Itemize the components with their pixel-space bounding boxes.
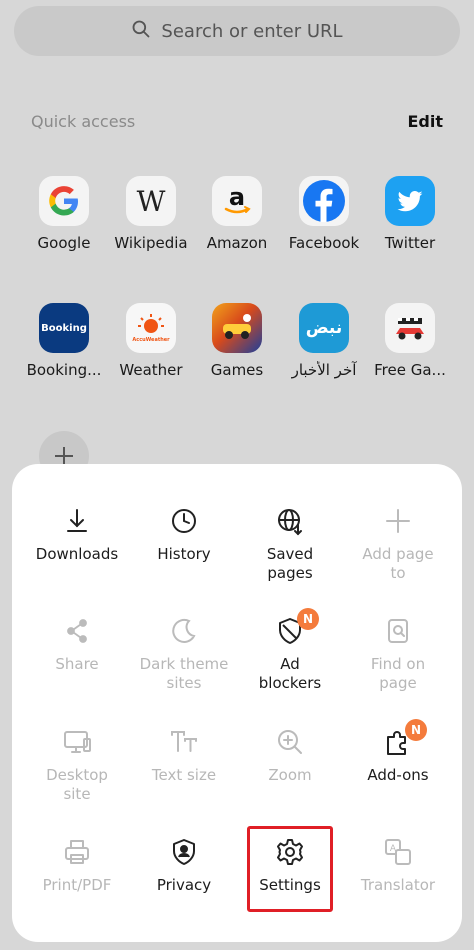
- menu-print-pdf[interactable]: Print/PDF: [21, 837, 133, 895]
- menu-add-page-to[interactable]: Add page to: [342, 506, 454, 583]
- quick-access-label: Booking...: [26, 361, 102, 379]
- search-bar[interactable]: Search or enter URL: [14, 6, 460, 56]
- quick-access-games[interactable]: Games: [189, 303, 285, 379]
- menu-text-size[interactable]: Text size: [128, 727, 240, 785]
- printer-icon: [62, 837, 92, 867]
- menu-label: Saved pages: [266, 545, 314, 582]
- quick-access-weather[interactable]: AccuWeather Weather: [103, 303, 199, 379]
- quick-access-label: Google: [37, 234, 91, 252]
- clock-icon: [169, 506, 199, 536]
- menu-label: Add page to: [362, 545, 434, 582]
- quick-access-label: Facebook: [288, 234, 360, 252]
- quick-access-news[interactable]: نبض آخر الأخبار: [276, 303, 372, 379]
- quick-access-label: Twitter: [384, 234, 436, 252]
- menu-privacy[interactable]: Privacy: [128, 837, 240, 895]
- text-size-icon: [169, 727, 199, 757]
- new-badge: N: [297, 608, 319, 630]
- quick-access-label: Games: [210, 361, 264, 379]
- quick-access-facebook[interactable]: Facebook: [276, 176, 372, 252]
- free-games-icon: [385, 303, 435, 353]
- share-icon: [62, 616, 92, 646]
- quick-access-google[interactable]: Google: [16, 176, 112, 252]
- translate-icon: A: [383, 837, 413, 867]
- puzzle-icon: N: [383, 719, 427, 757]
- menu-label: History: [157, 545, 211, 563]
- quick-access-booking[interactable]: Booking Booking...: [16, 303, 112, 379]
- zoom-in-icon: [275, 727, 305, 757]
- twitter-icon: [385, 176, 435, 226]
- menu-label: Add-ons: [367, 766, 429, 784]
- menu-label: Dark theme sites: [139, 655, 229, 692]
- quick-access-amazon[interactable]: a Amazon: [189, 176, 285, 252]
- desktop-icon: [62, 727, 92, 757]
- menu-label: Ad blockers: [258, 655, 322, 692]
- menu-label: Find on page: [370, 655, 426, 692]
- booking-icon: Booking: [39, 303, 89, 353]
- menu-label: Translator: [360, 876, 436, 894]
- accuweather-icon: AccuWeather: [126, 303, 176, 353]
- settings-highlight-box: [247, 826, 333, 912]
- download-icon: [62, 506, 92, 536]
- facebook-icon: [299, 176, 349, 226]
- new-badge: N: [405, 719, 427, 741]
- menu-desktop-site[interactable]: Desktop site: [21, 727, 133, 804]
- wikipedia-icon: W: [126, 176, 176, 226]
- quick-access-label: آخر الأخبار: [291, 361, 357, 379]
- moon-icon: [169, 616, 199, 646]
- quick-access-wikipedia[interactable]: W Wikipedia: [103, 176, 199, 252]
- menu-downloads[interactable]: Downloads: [21, 506, 133, 564]
- menu-label: Downloads: [35, 545, 119, 563]
- menu-label: Text size: [151, 766, 217, 784]
- plus-icon: [383, 506, 413, 536]
- privacy-shield-icon: [169, 837, 199, 867]
- menu-add-ons[interactable]: N Add-ons: [342, 719, 454, 785]
- menu-dark-theme-sites[interactable]: Dark theme sites: [128, 616, 240, 693]
- menu-label: Print/PDF: [42, 876, 112, 894]
- find-icon: [383, 616, 413, 646]
- google-icon: [39, 176, 89, 226]
- quick-access-label: Wikipedia: [114, 234, 188, 252]
- quick-access-label: Free Ga...: [374, 361, 446, 379]
- menu-share[interactable]: Share: [21, 616, 133, 674]
- menu-zoom[interactable]: Zoom: [234, 727, 346, 785]
- quick-access-edit-button[interactable]: Edit: [407, 112, 443, 131]
- globe-download-icon: [275, 506, 305, 536]
- menu-translator[interactable]: A Translator: [342, 837, 454, 895]
- quick-access-twitter[interactable]: Twitter: [362, 176, 458, 252]
- search-icon: [131, 19, 151, 44]
- quick-access-free-games[interactable]: Free Ga...: [362, 303, 458, 379]
- menu-label: Share: [55, 655, 99, 673]
- svg-text:a: a: [229, 183, 245, 211]
- menu-find-on-page[interactable]: Find on page: [342, 616, 454, 693]
- menu-label: Zoom: [268, 766, 312, 784]
- nabd-icon: نبض: [299, 303, 349, 353]
- menu-label: Privacy: [156, 876, 212, 894]
- shield-block-icon: N: [275, 608, 319, 646]
- amazon-icon: a: [212, 176, 262, 226]
- search-placeholder: Search or enter URL: [161, 20, 343, 42]
- games-icon: [212, 303, 262, 353]
- svg-text:A: A: [390, 844, 397, 854]
- quick-access-label: Weather: [119, 361, 183, 379]
- menu-ad-blockers[interactable]: N Ad blockers: [234, 608, 346, 693]
- quick-access-label: Amazon: [206, 234, 268, 252]
- quick-access-title: Quick access: [31, 112, 136, 131]
- menu-label: Desktop site: [46, 766, 108, 803]
- menu-saved-pages[interactable]: Saved pages: [234, 506, 346, 583]
- menu-history[interactable]: History: [128, 506, 240, 564]
